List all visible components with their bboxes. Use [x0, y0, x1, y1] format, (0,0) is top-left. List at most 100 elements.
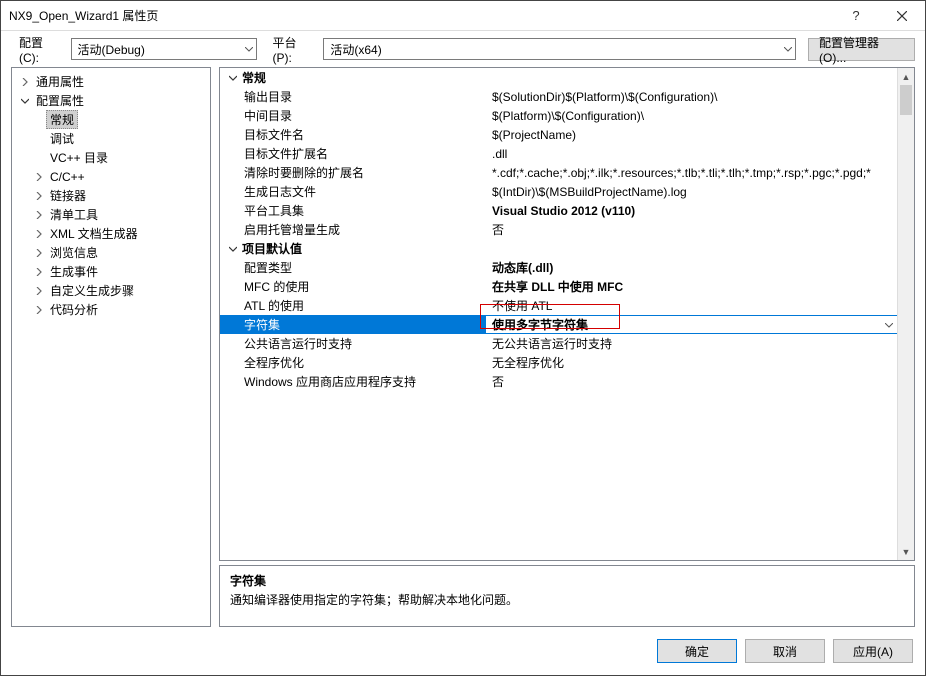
property-grid: 常规输出目录$(SolutionDir)$(Platform)\$(Config…: [219, 67, 915, 561]
chevron-down-icon[interactable]: [224, 74, 242, 82]
property-row[interactable]: 全程序优化无全程序优化: [220, 353, 897, 372]
config-combobox[interactable]: 活动(Debug): [71, 38, 257, 60]
property-row[interactable]: 配置类型动态库(.dll): [220, 258, 897, 277]
tree-item-label: 代码分析: [46, 300, 102, 319]
tree-item[interactable]: 链接器: [12, 186, 210, 205]
right-panel: 常规输出目录$(SolutionDir)$(Platform)\$(Config…: [219, 67, 915, 627]
scroll-down-icon[interactable]: ▼: [898, 543, 914, 560]
chevron-right-icon[interactable]: [32, 230, 46, 238]
platform-combobox[interactable]: 活动(x64): [323, 38, 796, 60]
chevron-right-icon[interactable]: [32, 211, 46, 219]
property-value: 动态库(.dll): [486, 259, 897, 276]
chevron-down-icon[interactable]: [224, 245, 242, 253]
tree-item-label: VC++ 目录: [46, 148, 112, 167]
property-value: $(ProjectName): [486, 128, 897, 142]
property-value: 无全程序优化: [486, 354, 897, 371]
ok-button[interactable]: 确定: [657, 639, 737, 663]
property-value: *.cdf;*.cache;*.obj;*.ilk;*.resources;*.…: [486, 166, 897, 180]
tree-item[interactable]: 自定义生成步骤: [12, 281, 210, 300]
apply-button[interactable]: 应用(A): [833, 639, 913, 663]
property-row[interactable]: 平台工具集Visual Studio 2012 (v110): [220, 201, 897, 220]
property-value: .dll: [486, 147, 897, 161]
chevron-right-icon[interactable]: [32, 268, 46, 276]
property-row[interactable]: 输出目录$(SolutionDir)$(Platform)\$(Configur…: [220, 87, 897, 106]
tree-item[interactable]: VC++ 目录: [12, 148, 210, 167]
property-row[interactable]: 中间目录$(Platform)\$(Configuration)\: [220, 106, 897, 125]
property-name: 公共语言运行时支持: [220, 335, 486, 352]
tree-item-label: 通用属性: [32, 72, 88, 91]
tree-item-label: 生成事件: [46, 262, 102, 281]
property-name: 平台工具集: [220, 202, 486, 219]
chevron-right-icon[interactable]: [18, 78, 32, 86]
configuration-bar: 配置(C): 活动(Debug) 平台(P): 活动(x64) 配置管理器(O)…: [1, 31, 925, 59]
category-label: 项目默认值: [242, 240, 302, 257]
property-row[interactable]: ATL 的使用不使用 ATL: [220, 296, 897, 315]
property-value: 否: [486, 221, 897, 238]
property-row[interactable]: 目标文件扩展名.dll: [220, 144, 897, 163]
property-value: $(SolutionDir)$(Platform)\$(Configuratio…: [486, 90, 897, 104]
property-name: MFC 的使用: [220, 278, 486, 295]
dialog-buttons: 确定 取消 应用(A): [1, 627, 925, 675]
chevron-right-icon[interactable]: [32, 287, 46, 295]
property-value[interactable]: 使用多字节字符集: [486, 316, 897, 333]
property-name: 全程序优化: [220, 354, 486, 371]
tree-item[interactable]: 配置属性: [12, 91, 210, 110]
tree-item-label: 调试: [46, 129, 78, 148]
chevron-down-icon[interactable]: [885, 318, 893, 332]
property-value: 不使用 ATL: [486, 297, 897, 314]
property-value: 在共享 DLL 中使用 MFC: [486, 278, 897, 295]
chevron-right-icon[interactable]: [32, 173, 46, 181]
property-row[interactable]: Windows 应用商店应用程序支持否: [220, 372, 897, 391]
property-row[interactable]: 字符集使用多字节字符集: [220, 315, 897, 334]
property-category[interactable]: 项目默认值: [220, 239, 897, 258]
chevron-right-icon[interactable]: [32, 192, 46, 200]
tree-item[interactable]: 常规: [12, 110, 210, 129]
property-row[interactable]: 目标文件名$(ProjectName): [220, 125, 897, 144]
property-name: 配置类型: [220, 259, 486, 276]
tree-item-label: 常规: [46, 110, 78, 129]
property-name: 启用托管增量生成: [220, 221, 486, 238]
description-title: 字符集: [230, 572, 904, 589]
property-row[interactable]: 启用托管增量生成否: [220, 220, 897, 239]
property-name: 清除时要删除的扩展名: [220, 164, 486, 181]
tree-item[interactable]: 调试: [12, 129, 210, 148]
property-row[interactable]: 生成日志文件$(IntDir)\$(MSBuildProjectName).lo…: [220, 182, 897, 201]
property-name: 生成日志文件: [220, 183, 486, 200]
tree-item[interactable]: C/C++: [12, 167, 210, 186]
cancel-button[interactable]: 取消: [745, 639, 825, 663]
chevron-right-icon[interactable]: [32, 306, 46, 314]
property-name: 中间目录: [220, 107, 486, 124]
category-tree[interactable]: 通用属性配置属性常规调试VC++ 目录 C/C++链接器清单工具XML 文档生成器…: [11, 67, 211, 627]
tree-item[interactable]: XML 文档生成器: [12, 224, 210, 243]
property-name: 目标文件名: [220, 126, 486, 143]
close-icon: [897, 11, 907, 21]
tree-item[interactable]: 通用属性: [12, 72, 210, 91]
tree-item[interactable]: 清单工具: [12, 205, 210, 224]
chevron-down-icon[interactable]: [18, 97, 32, 105]
tree-item-label: 自定义生成步骤: [46, 281, 138, 300]
property-value: 无公共语言运行时支持: [486, 335, 897, 352]
property-row[interactable]: 公共语言运行时支持无公共语言运行时支持: [220, 334, 897, 353]
description-text: 通知编译器使用指定的字符集；帮助解决本地化问题。: [230, 591, 904, 608]
scrollbar-thumb[interactable]: [900, 85, 912, 115]
tree-item[interactable]: 生成事件: [12, 262, 210, 281]
config-value: 活动(Debug): [78, 41, 145, 58]
tree-item[interactable]: 代码分析: [12, 300, 210, 319]
property-name: 字符集: [220, 316, 486, 333]
main-split: 通用属性配置属性常规调试VC++ 目录C/C++链接器清单工具XML 文档生成器…: [1, 59, 925, 627]
tree-item-label: 链接器: [46, 186, 90, 205]
property-category[interactable]: 常规: [220, 68, 897, 87]
chevron-down-icon: [245, 42, 253, 56]
property-name: 输出目录: [220, 88, 486, 105]
vertical-scrollbar[interactable]: ▲ ▼: [897, 68, 914, 560]
tree-item-label: C/C++: [46, 169, 89, 185]
tree-item[interactable]: 浏览信息: [12, 243, 210, 262]
config-manager-button[interactable]: 配置管理器(O)...: [808, 38, 915, 61]
property-row[interactable]: 清除时要删除的扩展名*.cdf;*.cache;*.obj;*.ilk;*.re…: [220, 163, 897, 182]
chevron-right-icon[interactable]: [32, 249, 46, 257]
help-button[interactable]: ?: [833, 1, 879, 31]
close-button[interactable]: [879, 1, 925, 31]
scroll-up-icon[interactable]: ▲: [898, 68, 914, 85]
property-row[interactable]: MFC 的使用在共享 DLL 中使用 MFC: [220, 277, 897, 296]
property-value: $(Platform)\$(Configuration)\: [486, 109, 897, 123]
